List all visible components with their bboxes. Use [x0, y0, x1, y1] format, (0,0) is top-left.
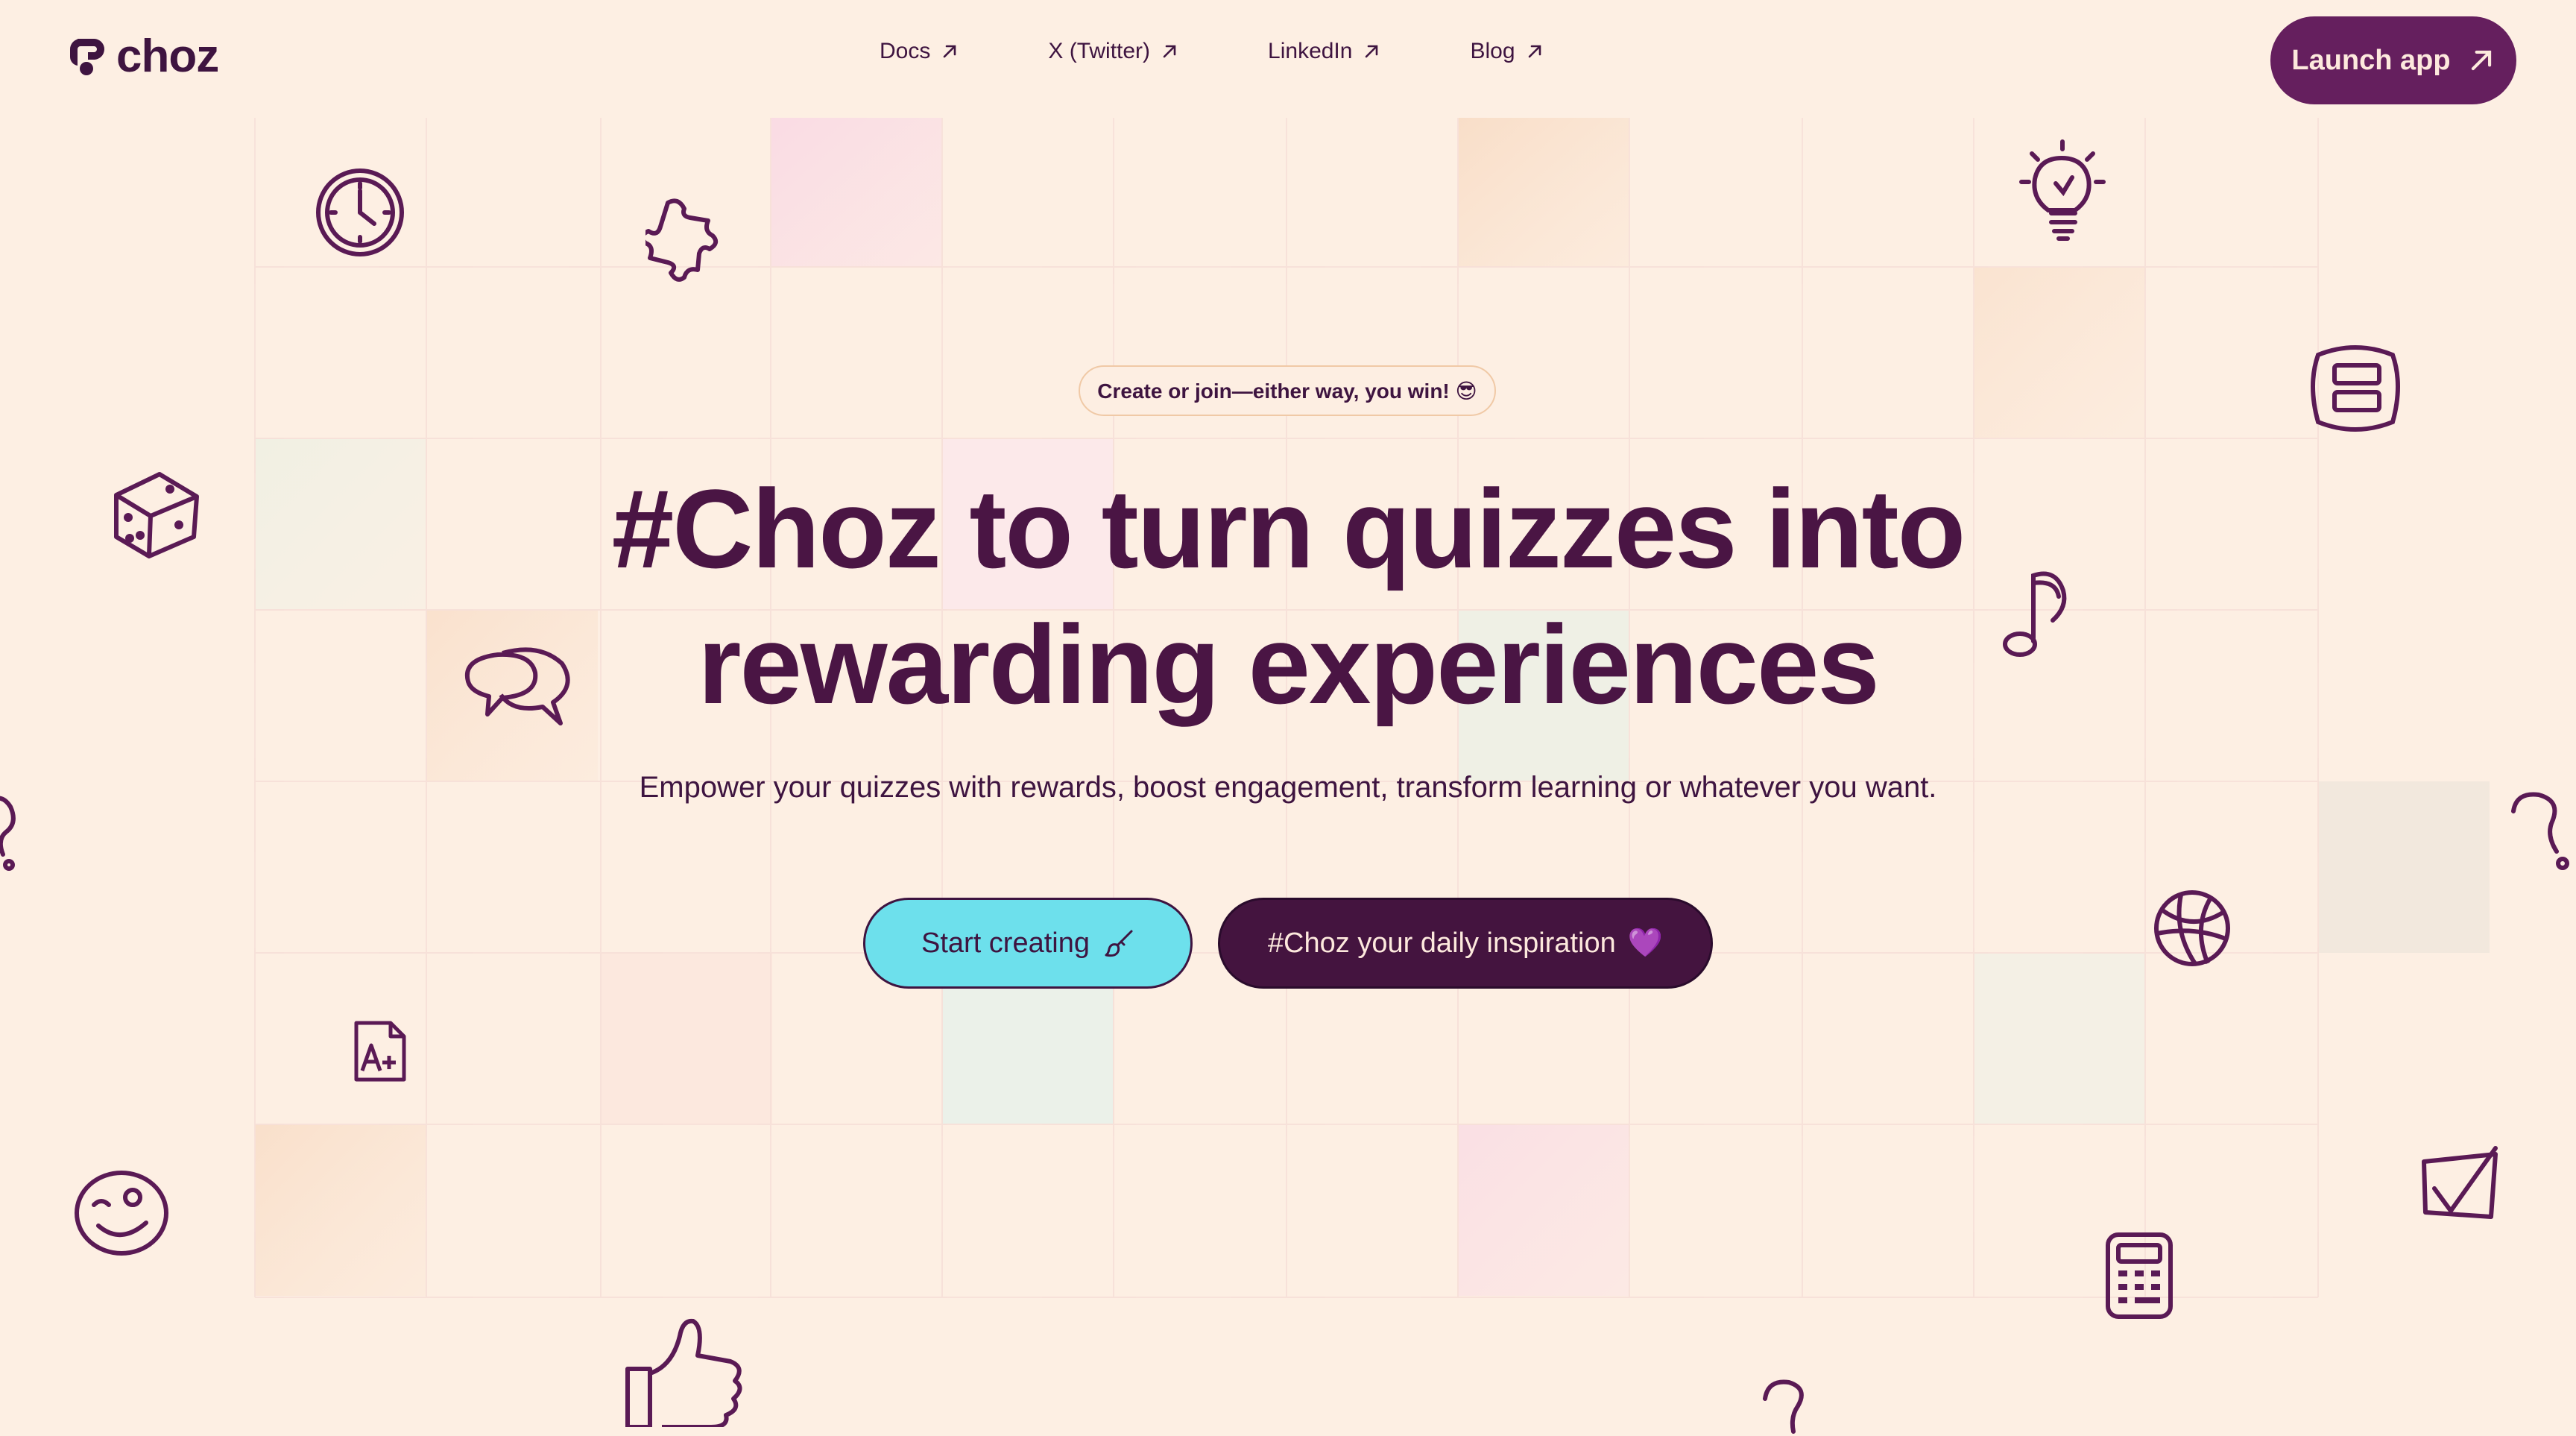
nav-link-linkedin[interactable]: LinkedIn: [1268, 39, 1380, 64]
nav-link-docs[interactable]: Docs: [880, 39, 959, 64]
arrow-up-right-icon: [1366, 45, 1378, 58]
nav-link-label: LinkedIn: [1268, 39, 1353, 63]
daily-inspiration-label: #Choz your daily inspiration: [1267, 927, 1616, 959]
nav-link-label: X (Twitter): [1048, 39, 1151, 63]
launch-app-label: Launch app: [2291, 44, 2451, 76]
daily-inspiration-button[interactable]: #Choz your daily inspiration 💜: [1218, 898, 1713, 989]
headline-line-2: rewarding experiences: [698, 602, 1880, 727]
launch-app-button[interactable]: Launch app: [2270, 16, 2516, 104]
arrow-up-right-icon: [1528, 45, 1541, 58]
start-creating-button[interactable]: Start creating: [863, 898, 1193, 989]
brand-name: choz: [116, 31, 219, 82]
nav-link-twitter[interactable]: X (Twitter): [1048, 39, 1178, 64]
nav-link-label: Docs: [880, 39, 931, 63]
hero-headline: #Choz to turn quizzes into rewarding exp…: [0, 461, 2576, 732]
nav-link-blog[interactable]: Blog: [1470, 39, 1543, 64]
brand-logo[interactable]: choz: [67, 30, 219, 83]
hero-subtitle: Empower your quizzes with rewards, boost…: [639, 771, 1937, 804]
nav-link-label: Blog: [1470, 39, 1515, 63]
purple-heart-emoji: 💜: [1627, 928, 1664, 959]
main-nav: Docs X (Twitter) LinkedIn Blog: [880, 39, 1544, 64]
start-creating-label: Start creating: [921, 927, 1090, 959]
headline-line-1: #Choz to turn quizzes into: [611, 466, 1966, 591]
top-navigation-bar: choz Docs X (Twitter) LinkedIn Blog Laun…: [0, 0, 2576, 119]
hero-badge: Create or join—either way, you win! 😎: [1079, 365, 1496, 416]
arrow-up-right-icon: [1163, 45, 1176, 58]
arrow-up-right-icon: [944, 45, 956, 58]
choz-logo-icon: [69, 38, 104, 75]
cta-group: Start creating #Choz your daily inspirat…: [863, 898, 1713, 989]
paintbrush-icon: [1105, 930, 1133, 957]
arrow-up-right-icon: [2471, 50, 2491, 71]
